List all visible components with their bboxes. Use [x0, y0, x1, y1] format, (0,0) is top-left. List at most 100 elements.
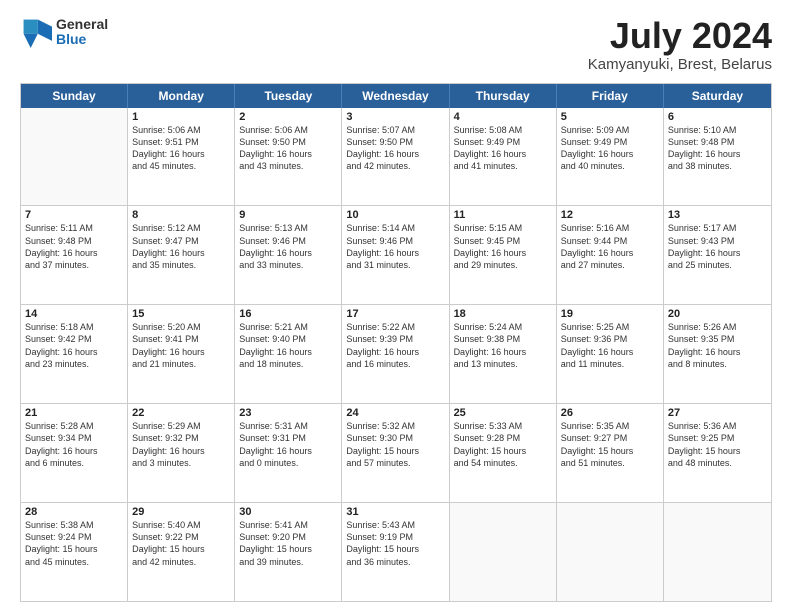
- cell-info-line: Sunrise: 5:06 AM: [132, 124, 230, 136]
- cell-info-line: Daylight: 15 hours: [239, 543, 337, 555]
- cell-info-line: Daylight: 15 hours: [346, 543, 444, 555]
- cell-info-line: Daylight: 16 hours: [668, 148, 767, 160]
- cell-info-line: Daylight: 16 hours: [561, 247, 659, 259]
- cell-info-line: and 11 minutes.: [561, 358, 659, 370]
- cell-info-line: Sunset: 9:20 PM: [239, 531, 337, 543]
- cell-info-line: Sunset: 9:38 PM: [454, 333, 552, 345]
- cell-info-line: and 29 minutes.: [454, 259, 552, 271]
- header-day-tuesday: Tuesday: [235, 84, 342, 108]
- cell-info-line: Sunset: 9:49 PM: [454, 136, 552, 148]
- cell-info-line: Sunrise: 5:31 AM: [239, 420, 337, 432]
- calendar-body: 1Sunrise: 5:06 AMSunset: 9:51 PMDaylight…: [21, 108, 771, 601]
- cell-info-line: Sunrise: 5:20 AM: [132, 321, 230, 333]
- cal-cell: 28Sunrise: 5:38 AMSunset: 9:24 PMDayligh…: [21, 503, 128, 601]
- cell-info-line: Sunrise: 5:08 AM: [454, 124, 552, 136]
- cell-info-line: Sunset: 9:22 PM: [132, 531, 230, 543]
- cal-cell: [450, 503, 557, 601]
- title-location: Kamyanyuki, Brest, Belarus: [588, 56, 772, 73]
- day-number: 19: [561, 308, 659, 320]
- day-number: 11: [454, 209, 552, 221]
- cal-cell: 24Sunrise: 5:32 AMSunset: 9:30 PMDayligh…: [342, 404, 449, 502]
- cell-info-line: Daylight: 15 hours: [346, 445, 444, 457]
- cell-info-line: and 27 minutes.: [561, 259, 659, 271]
- cell-info-line: Sunset: 9:42 PM: [25, 333, 123, 345]
- cell-info-line: Sunset: 9:41 PM: [132, 333, 230, 345]
- cal-cell: 27Sunrise: 5:36 AMSunset: 9:25 PMDayligh…: [664, 404, 771, 502]
- header: General Blue July 2024 Kamyanyuki, Brest…: [20, 16, 772, 73]
- cell-info-line: Daylight: 16 hours: [239, 445, 337, 457]
- cell-info-line: Sunrise: 5:35 AM: [561, 420, 659, 432]
- header-day-sunday: Sunday: [21, 84, 128, 108]
- day-number: 9: [239, 209, 337, 221]
- cell-info-line: and 23 minutes.: [25, 358, 123, 370]
- day-number: 31: [346, 506, 444, 518]
- cal-cell: 13Sunrise: 5:17 AMSunset: 9:43 PMDayligh…: [664, 206, 771, 304]
- cell-info-line: and 36 minutes.: [346, 556, 444, 568]
- cell-info-line: and 16 minutes.: [346, 358, 444, 370]
- cell-info-line: and 45 minutes.: [25, 556, 123, 568]
- cell-info-line: Sunset: 9:24 PM: [25, 531, 123, 543]
- day-number: 3: [346, 111, 444, 123]
- cal-cell: 3Sunrise: 5:07 AMSunset: 9:50 PMDaylight…: [342, 108, 449, 206]
- cell-info-line: Sunrise: 5:11 AM: [25, 222, 123, 234]
- day-number: 23: [239, 407, 337, 419]
- cell-info-line: Sunrise: 5:33 AM: [454, 420, 552, 432]
- logo: General Blue: [20, 16, 108, 48]
- header-day-friday: Friday: [557, 84, 664, 108]
- cell-info-line: and 45 minutes.: [132, 160, 230, 172]
- cell-info-line: Sunrise: 5:12 AM: [132, 222, 230, 234]
- cell-info-line: Sunrise: 5:15 AM: [454, 222, 552, 234]
- cell-info-line: Sunset: 9:25 PM: [668, 432, 767, 444]
- cal-cell: 12Sunrise: 5:16 AMSunset: 9:44 PMDayligh…: [557, 206, 664, 304]
- cal-cell: [664, 503, 771, 601]
- week-row-4: 28Sunrise: 5:38 AMSunset: 9:24 PMDayligh…: [21, 503, 771, 601]
- cell-info-line: and 38 minutes.: [668, 160, 767, 172]
- cell-info-line: Sunrise: 5:07 AM: [346, 124, 444, 136]
- cell-info-line: and 8 minutes.: [668, 358, 767, 370]
- cell-info-line: Sunset: 9:45 PM: [454, 235, 552, 247]
- day-number: 25: [454, 407, 552, 419]
- cell-info-line: Sunrise: 5:29 AM: [132, 420, 230, 432]
- calendar-header: SundayMondayTuesdayWednesdayThursdayFrid…: [21, 84, 771, 108]
- cell-info-line: and 6 minutes.: [25, 457, 123, 469]
- cal-cell: [557, 503, 664, 601]
- cell-info-line: Daylight: 16 hours: [346, 148, 444, 160]
- cal-cell: 23Sunrise: 5:31 AMSunset: 9:31 PMDayligh…: [235, 404, 342, 502]
- cell-info-line: Sunrise: 5:26 AM: [668, 321, 767, 333]
- cal-cell: 26Sunrise: 5:35 AMSunset: 9:27 PMDayligh…: [557, 404, 664, 502]
- cal-cell: 18Sunrise: 5:24 AMSunset: 9:38 PMDayligh…: [450, 305, 557, 403]
- cal-cell: 5Sunrise: 5:09 AMSunset: 9:49 PMDaylight…: [557, 108, 664, 206]
- cell-info-line: Sunrise: 5:38 AM: [25, 519, 123, 531]
- cal-cell: 10Sunrise: 5:14 AMSunset: 9:46 PMDayligh…: [342, 206, 449, 304]
- cell-info-line: Daylight: 16 hours: [454, 148, 552, 160]
- cell-info-line: Daylight: 16 hours: [25, 346, 123, 358]
- cell-info-line: Sunset: 9:48 PM: [25, 235, 123, 247]
- cell-info-line: Sunset: 9:36 PM: [561, 333, 659, 345]
- logo-general: General: [56, 17, 108, 32]
- cell-info-line: Daylight: 16 hours: [668, 346, 767, 358]
- day-number: 30: [239, 506, 337, 518]
- cal-cell: 6Sunrise: 5:10 AMSunset: 9:48 PMDaylight…: [664, 108, 771, 206]
- cell-info-line: Daylight: 16 hours: [561, 346, 659, 358]
- cell-info-line: and 42 minutes.: [132, 556, 230, 568]
- cell-info-line: Sunset: 9:50 PM: [346, 136, 444, 148]
- cell-info-line: and 40 minutes.: [561, 160, 659, 172]
- day-number: 13: [668, 209, 767, 221]
- cell-info-line: and 18 minutes.: [239, 358, 337, 370]
- week-row-0: 1Sunrise: 5:06 AMSunset: 9:51 PMDaylight…: [21, 108, 771, 207]
- header-day-saturday: Saturday: [664, 84, 771, 108]
- cell-info-line: and 43 minutes.: [239, 160, 337, 172]
- cell-info-line: and 48 minutes.: [668, 457, 767, 469]
- day-number: 26: [561, 407, 659, 419]
- day-number: 7: [25, 209, 123, 221]
- cell-info-line: Daylight: 16 hours: [239, 346, 337, 358]
- cal-cell: 16Sunrise: 5:21 AMSunset: 9:40 PMDayligh…: [235, 305, 342, 403]
- day-number: 1: [132, 111, 230, 123]
- cell-info-line: and 39 minutes.: [239, 556, 337, 568]
- cal-cell: [21, 108, 128, 206]
- cell-info-line: Sunrise: 5:21 AM: [239, 321, 337, 333]
- cal-cell: 30Sunrise: 5:41 AMSunset: 9:20 PMDayligh…: [235, 503, 342, 601]
- cell-info-line: Sunrise: 5:25 AM: [561, 321, 659, 333]
- day-number: 24: [346, 407, 444, 419]
- cell-info-line: Daylight: 16 hours: [25, 445, 123, 457]
